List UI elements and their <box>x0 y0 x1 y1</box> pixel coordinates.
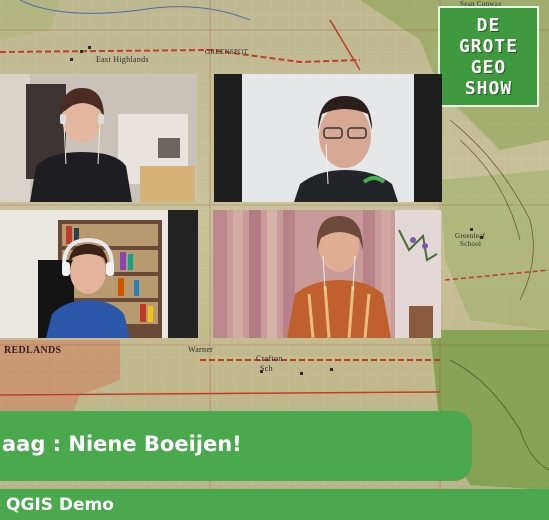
map-label-greenspot: GREENSPOT <box>205 48 249 56</box>
logo-line-3: GEO <box>470 56 507 78</box>
participant-1-image <box>0 74 197 202</box>
participant-video-tile-2[interactable] <box>214 74 442 202</box>
participant-video-tile-4[interactable] <box>213 210 441 338</box>
participant-3-image <box>0 210 198 338</box>
map-label-east-highlands: East Highlands <box>96 55 149 64</box>
participant-4-image <box>213 210 441 338</box>
map-label-sch: Sch <box>260 364 273 373</box>
lower-third-subtitle: QGIS Demo <box>6 495 114 515</box>
logo-line-4: SHOW <box>464 77 513 99</box>
logo-line-1: DE <box>476 14 501 36</box>
show-logo: DE GROTE GEO SHOW <box>438 6 539 107</box>
logo-line-2: GROTE <box>458 35 519 57</box>
participant-video-tile-1[interactable] <box>0 74 197 202</box>
map-label-greenleaf: Greenleaf <box>455 232 486 240</box>
participant-video-tile-3[interactable] <box>0 210 198 338</box>
map-label-school: School <box>460 240 482 248</box>
map-label-crafton: Crafton <box>256 354 283 363</box>
map-label-redlands: REDLANDS <box>4 345 62 356</box>
participant-2-image <box>214 74 442 202</box>
map-label-warner: Warner <box>188 345 214 354</box>
lower-third-title: aag : Niene Boeijen! <box>2 432 242 456</box>
